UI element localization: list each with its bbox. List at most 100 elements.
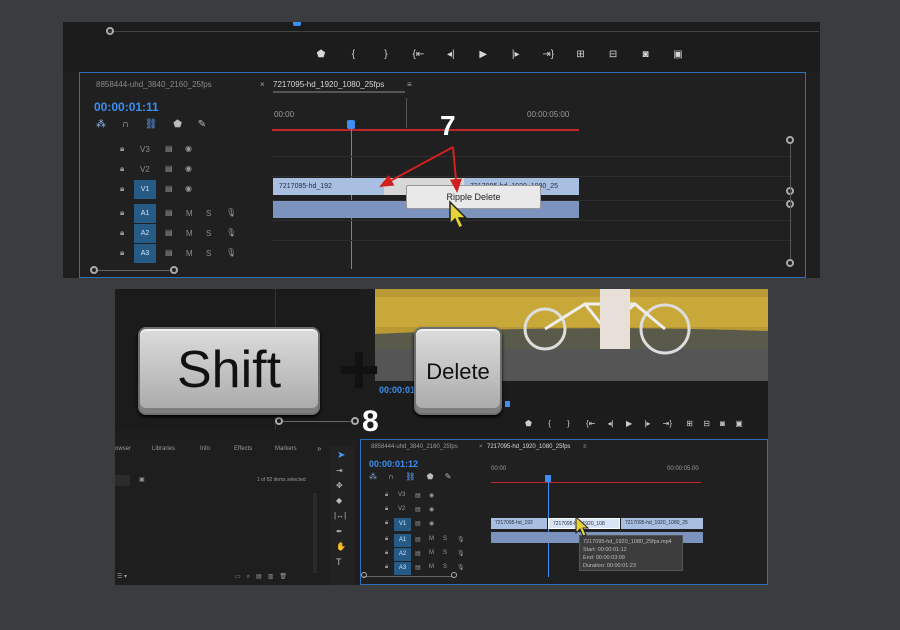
ruler-5s-label: 00:00:05:00 (667, 466, 699, 472)
step-8-label: 8 (362, 405, 379, 438)
lock-icon[interactable]: 🔒︎ (385, 520, 388, 527)
extract-icon[interactable]: ⊟ (703, 419, 710, 428)
wrench-icon[interactable]: ✎ (445, 472, 452, 481)
project-scrollbar[interactable] (313, 493, 317, 573)
play-icon[interactable]: ▶ (626, 419, 632, 428)
film-icon[interactable]: ▤ (415, 520, 421, 527)
delete-key: Delete (414, 327, 502, 415)
film-icon[interactable]: ▤ (415, 506, 421, 513)
preview-timecode[interactable]: 00:00:01: (379, 385, 418, 395)
slip-tool-icon[interactable]: |↔| (334, 511, 346, 520)
track-name: V3 (398, 492, 406, 498)
mark-in-icon[interactable]: { (548, 419, 551, 428)
selection-tool-icon[interactable]: ➤ (337, 450, 345, 461)
track-header-a3: 🔒︎ A3 ▤ M S 🎙︎ (385, 562, 495, 576)
arrow-to-gap (379, 146, 454, 187)
lock-icon[interactable]: 🔒︎ (385, 506, 388, 513)
mic-icon[interactable]: 🎙︎ (457, 550, 465, 557)
tab-menu-icon[interactable]: ≡ (583, 444, 587, 450)
delete-key-label: Delete (426, 359, 490, 384)
tooltip-duration: Duration: 00:00:01:23 (583, 563, 636, 569)
project-footer-icons[interactable]: ▭⌕▤▥🗑︎ (235, 573, 293, 581)
mute-button[interactable]: M (429, 536, 434, 542)
lock-icon[interactable]: 🔒︎ (385, 536, 388, 543)
panel-tab-browser[interactable]: owser (115, 446, 131, 452)
playhead-line (548, 482, 549, 577)
video-clip[interactable]: 7217095-hd_192 (491, 518, 547, 529)
list-view-icon[interactable]: ☰ ▾ (117, 573, 127, 580)
work-area-bar[interactable] (491, 482, 701, 483)
solo-button[interactable]: S (443, 550, 447, 556)
track-target-a3[interactable]: A3 (394, 562, 411, 575)
add-marker-icon[interactable]: ⬟ (525, 419, 532, 428)
razor-tool-icon[interactable]: ◆ (336, 496, 342, 505)
go-to-out-icon[interactable]: ⇥} (663, 419, 672, 428)
search-field[interactable] (115, 475, 130, 486)
timeline-panel: 8858444-uhd_3840_2160_25fps × 7217095-hd… (360, 439, 768, 585)
playhead-handle[interactable] (545, 475, 551, 482)
eye-icon[interactable]: ◉ (429, 506, 434, 513)
video-clip[interactable]: 7217095-hd_1920_1080_25 (621, 518, 703, 529)
cursor-icon (449, 200, 468, 230)
comparison-view-icon[interactable]: ▣ (735, 419, 743, 428)
panel-more-icon[interactable]: » (317, 444, 321, 453)
mic-icon[interactable]: 🎙︎ (457, 536, 465, 543)
export-frame-icon[interactable]: ◙ (720, 419, 725, 428)
clip-tooltip: 7217095-hd_1920_1080_25fps.mp4 Start: 00… (579, 535, 683, 571)
track-header-v2: 🔒︎ V2 ▤ ◉ (385, 504, 495, 518)
panel-tab-markers[interactable]: Markers (275, 446, 297, 452)
clip-name: 7217095-hd_1920_1080_25 (625, 520, 688, 526)
playhead-marker-icon[interactable] (505, 401, 510, 407)
shift-key: Shift (138, 327, 320, 415)
track-target-a1[interactable]: A1 (394, 534, 411, 547)
step-forward-icon[interactable]: |▸ (644, 419, 650, 428)
timeline-tab-2[interactable]: 7217095-hd_1920_1080_25fps (487, 444, 570, 450)
panel-tab-effects[interactable]: Effects (234, 446, 252, 452)
eye-icon[interactable]: ◉ (429, 492, 434, 499)
eye-icon[interactable]: ◉ (429, 520, 434, 527)
snap-magnet-icon[interactable]: ∩ (388, 472, 394, 481)
lock-icon[interactable]: 🔒︎ (385, 550, 388, 557)
bin-icon[interactable]: ▣ (139, 476, 145, 483)
step-back-icon[interactable]: ◂| (608, 419, 614, 428)
solo-button[interactable]: S (443, 564, 447, 570)
lock-icon[interactable]: 🔒︎ (385, 564, 388, 571)
track-target-v1[interactable]: V1 (394, 518, 411, 531)
plus-sign: + (338, 330, 381, 410)
project-panel: owser Libraries Info Effects Markers » ▣… (115, 439, 355, 585)
track-target-a2[interactable]: A2 (394, 548, 411, 561)
type-tool-icon[interactable]: T (336, 557, 342, 567)
lift-icon[interactable]: ⊞ (686, 419, 693, 428)
track-header-v3: 🔒︎ V3 ▤ ◉ (385, 490, 495, 504)
timeline-tab-1[interactable]: 8858444-uhd_3840_2160_25fps (371, 444, 458, 450)
linked-selection-icon[interactable]: ⛓ (405, 472, 415, 481)
mute-button[interactable]: M (429, 550, 434, 556)
film-icon[interactable]: ▤ (415, 492, 421, 499)
film-icon[interactable]: ▤ (415, 550, 421, 557)
go-to-in-icon[interactable]: {⇤ (586, 419, 595, 428)
tooltip-start: Start: 00:00:01:12 (583, 547, 627, 553)
solo-button[interactable]: S (443, 536, 447, 542)
tab-close-icon[interactable]: × (479, 444, 483, 450)
track-header-v1: 🔒︎ V1 ▤ ◉ (385, 518, 495, 532)
track-name: V2 (398, 506, 406, 512)
nest-icon[interactable]: ⁂ (369, 472, 377, 481)
shift-key-label: Shift (176, 341, 282, 399)
hand-tool-icon[interactable]: ✋ (336, 542, 346, 551)
track-select-tool-icon[interactable]: ⇥ (336, 466, 343, 475)
ripple-edit-tool-icon[interactable]: ✥ (336, 481, 343, 490)
mic-icon[interactable]: 🎙︎ (457, 564, 465, 571)
tools-panel: ➤ ⇥ ✥ ◆ |↔| ✒ ✋ T (330, 446, 355, 585)
film-icon[interactable]: ▤ (415, 564, 421, 571)
add-marker-icon[interactable]: ⬟ (427, 472, 434, 481)
cursor-icon (575, 516, 590, 537)
panel-tab-info[interactable]: Info (200, 446, 210, 452)
panel-tab-libraries[interactable]: Libraries (152, 446, 175, 452)
mark-out-icon[interactable]: } (567, 419, 570, 428)
lock-icon[interactable]: 🔒︎ (385, 492, 388, 499)
mute-button[interactable]: M (429, 564, 434, 570)
film-icon[interactable]: ▤ (415, 536, 421, 543)
track-header-a2: 🔒︎ A2 ▤ M S 🎙︎ (385, 548, 495, 562)
sequence-timecode[interactable]: 00:00:01:12 (369, 459, 418, 469)
pen-tool-icon[interactable]: ✒ (336, 527, 343, 536)
